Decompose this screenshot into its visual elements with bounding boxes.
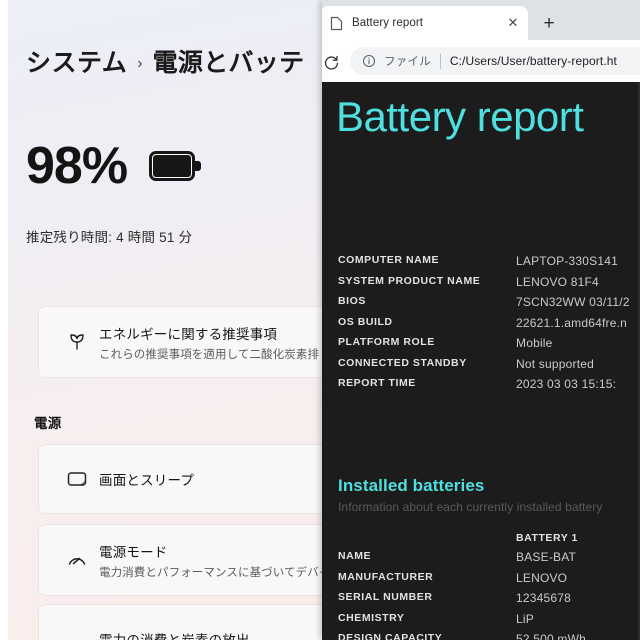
settings-content: システム › 電源とバッテ 98% 推定残り時間: 4 時間 51 分 エネルギ… — [0, 0, 330, 640]
breadcrumb: システム › 電源とバッテ — [26, 43, 304, 79]
info-circle-icon[interactable] — [360, 54, 378, 68]
row-key: REPORT TIME — [338, 377, 416, 389]
row-value: Mobile — [516, 336, 553, 350]
table-row: PLATFORM ROLE Mobile — [338, 336, 640, 357]
section-header-power: 電源 — [34, 416, 62, 431]
address-bar[interactable]: ファイル C:/Users/User/battery-report.ht — [350, 47, 640, 75]
table-row: DESIGN CAPACITY 52,500 mWh — [338, 632, 640, 640]
table-row: BIOS 7SCN32WW 03/11/2 — [338, 295, 640, 316]
row-key: PLATFORM ROLE — [338, 336, 435, 348]
row-value: LENOVO 81F4 — [516, 274, 599, 289]
battery-full-icon — [149, 151, 202, 181]
card-title: 画面とスリープ — [99, 473, 195, 488]
card-subtitle: 電力消費とパフォーマンスに基づいてデバイス — [99, 566, 330, 579]
battery-column-header-row: BATTERY 1 — [338, 532, 578, 544]
card-subtitle: これらの推奨事項を適用して二酸化炭素排 — [99, 348, 320, 361]
row-key: CONNECTED STANDBY — [338, 356, 467, 369]
battery-report-page: Battery report COMPUTER NAME LAPTOP-330S… — [322, 82, 640, 640]
row-key: OS BUILD — [338, 315, 393, 328]
card-title: 電源モード — [99, 544, 168, 560]
table-row: REPORT TIME 2023 03 03 15:15: — [338, 377, 640, 398]
row-value: BASE-BAT — [516, 550, 577, 564]
row-key: SERIAL NUMBER — [338, 591, 433, 603]
page-icon — [328, 15, 344, 31]
section-subheading-installed-batteries: Information about each currently install… — [338, 500, 603, 514]
row-value: LENOVO — [516, 570, 568, 585]
row-value: LAPTOP-330S141 — [516, 254, 618, 268]
address-bar-divider — [439, 53, 441, 69]
battery-status-row: 98% — [26, 137, 202, 195]
row-value: 52,500 mWh — [516, 632, 587, 640]
battery-details-table: NAME BASE-BAT MANUFACTURER LENOVO SERIAL… — [338, 550, 640, 640]
table-row: SYSTEM PRODUCT NAME LENOVO 81F4 — [338, 275, 640, 296]
battery-column-header: BATTERY 1 — [516, 532, 578, 544]
row-value: 2023 03 03 15:15: — [516, 377, 617, 391]
table-row: MANUFACTURER LENOVO — [338, 571, 640, 592]
row-key: DESIGN CAPACITY — [338, 632, 443, 640]
screenshot-root: システム › 電源とバッテ 98% 推定残り時間: 4 時間 51 分 エネルギ… — [0, 0, 640, 640]
row-key: SYSTEM PRODUCT NAME — [338, 274, 481, 287]
browser-tab-battery-report[interactable]: Battery report ✕ — [322, 6, 528, 40]
table-row: SERIAL NUMBER 12345678 — [338, 591, 640, 612]
breadcrumb-separator-icon: › — [137, 55, 143, 72]
row-key: BIOS — [338, 295, 366, 307]
system-info-table: COMPUTER NAME LAPTOP-330S141 SYSTEM PROD… — [338, 254, 640, 398]
browser-tabstrip: Battery report ✕ + — [322, 0, 640, 40]
new-tab-button[interactable]: + — [536, 11, 562, 37]
row-value: 7SCN32WW 03/11/2 — [516, 295, 630, 309]
windows-settings-window: システム › 電源とバッテ 98% 推定残り時間: 4 時間 51 分 エネルギ… — [0, 0, 330, 640]
section-heading-installed-batteries: Installed batteries — [338, 476, 485, 495]
row-key: CHEMISTRY — [338, 611, 405, 624]
table-row: OS BUILD 22621.1.amd64fre.n — [338, 316, 640, 337]
table-row: CHEMISTRY LiP — [338, 612, 640, 633]
card-energy-recommendations[interactable]: エネルギーに関する推奨事項 これらの推奨事項を適用して二酸化炭素排 — [38, 306, 330, 378]
row-value: Not supported — [516, 356, 594, 371]
card-title: エネルギーに関する推奨事項 — [99, 326, 278, 342]
close-icon[interactable]: ✕ — [504, 14, 522, 32]
card-energy-use-and-carbon[interactable]: 電力の消費と炭素の放出 — [38, 604, 330, 640]
row-key: NAME — [338, 550, 372, 562]
table-row: CONNECTED STANDBY Not supported — [338, 357, 640, 378]
card-power-mode[interactable]: 電源モード 電力消費とパフォーマンスに基づいてデバイス — [38, 524, 330, 596]
gauge-icon — [55, 548, 99, 572]
row-key-spacer — [338, 532, 516, 544]
row-value: 12345678 — [516, 591, 571, 605]
row-value: 22621.1.amd64fre.n — [516, 315, 628, 330]
table-row: NAME BASE-BAT — [338, 550, 640, 571]
row-key: MANUFACTURER — [338, 570, 434, 583]
card-title: 電力の消費と炭素の放出 — [99, 629, 250, 640]
leaf-icon — [55, 330, 99, 354]
browser-window: Battery report ✕ + ファイル C:/Users/User/ba… — [322, 0, 640, 640]
browser-toolbar: ファイル C:/Users/User/battery-report.ht — [322, 40, 640, 82]
breadcrumb-parent-link[interactable]: システム — [26, 43, 127, 79]
browser-tab-title: Battery report — [352, 17, 424, 29]
page-title: 電源とバッテ — [152, 49, 305, 77]
row-value: LiP — [516, 611, 534, 626]
address-bar-scheme-label: ファイル — [384, 56, 431, 68]
estimated-time-remaining: 推定残り時間: 4 時間 51 分 — [26, 230, 193, 245]
screen-sleep-icon — [55, 467, 99, 491]
row-key: COMPUTER NAME — [338, 254, 440, 266]
reload-icon[interactable] — [322, 49, 344, 75]
card-screen-and-sleep[interactable]: 画面とスリープ — [38, 444, 330, 514]
address-bar-url[interactable]: C:/Users/User/battery-report.ht — [450, 54, 617, 68]
table-row: COMPUTER NAME LAPTOP-330S141 — [338, 254, 640, 275]
report-title: Battery report — [336, 93, 584, 140]
battery-percentage: 98% — [26, 137, 128, 195]
